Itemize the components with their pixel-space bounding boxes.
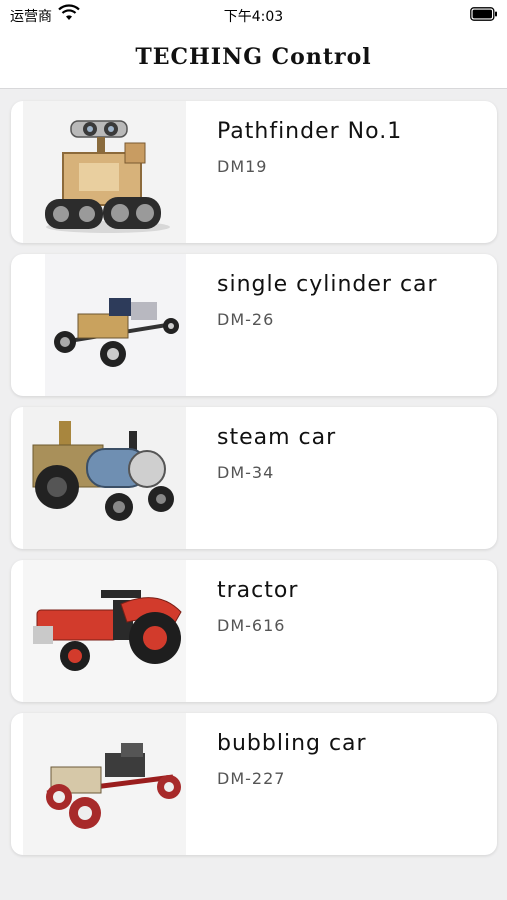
device-name: single cylinder car	[217, 272, 438, 297]
device-name: bubbling car	[217, 731, 367, 756]
tractor-image	[23, 560, 186, 702]
device-code: DM19	[217, 157, 268, 176]
device-card-bubbling-car[interactable]: bubbling car DM-227	[11, 713, 497, 855]
single-cylinder-car-image	[23, 254, 186, 396]
device-code: DM-616	[217, 616, 286, 635]
nav-bar: TECHING Control	[0, 30, 507, 89]
device-card-single-cylinder-car[interactable]: single cylinder car DM-26	[11, 254, 497, 396]
device-code: DM-34	[217, 463, 275, 482]
device-card-steam-car[interactable]: steam car DM-34	[11, 407, 497, 549]
steam-car-image	[23, 407, 186, 549]
device-name: steam car	[217, 425, 337, 450]
robot-kit-image	[23, 101, 186, 243]
device-code: DM-227	[217, 769, 286, 788]
device-name: Pathfinder No.1	[217, 119, 403, 144]
device-name: tractor	[217, 578, 299, 603]
battery-icon	[470, 7, 497, 21]
device-code: DM-26	[217, 310, 275, 329]
device-card-tractor[interactable]: tractor DM-616	[11, 560, 497, 702]
status-time: 下午4:03	[223, 9, 284, 25]
device-card-pathfinder[interactable]: Pathfinder No.1 DM19	[11, 101, 497, 243]
bubbling-car-image	[23, 713, 186, 855]
status-bar: 运营商 下午4:03	[0, 0, 507, 30]
device-list: Pathfinder No.1 DM19 single cylinder car…	[11, 101, 497, 866]
page-title: TECHING Control	[135, 44, 372, 70]
